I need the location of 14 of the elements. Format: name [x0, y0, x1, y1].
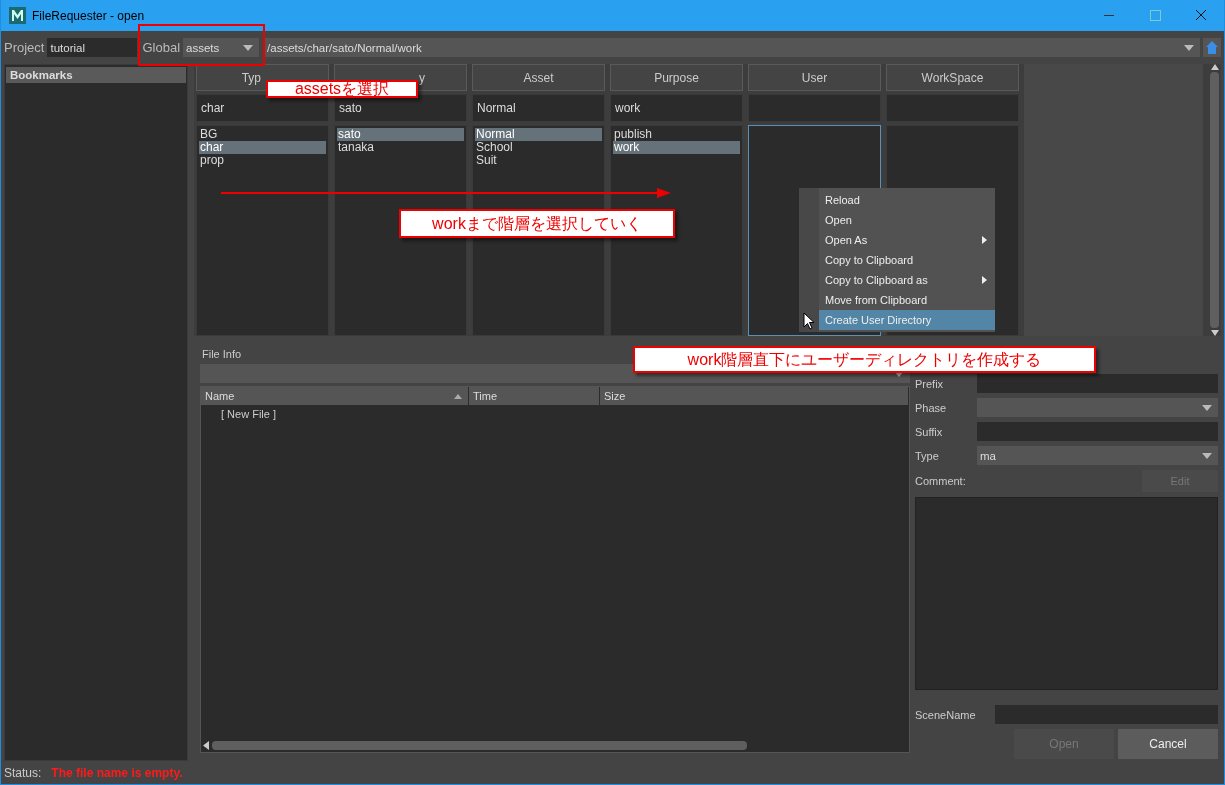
phase-label: Phase — [915, 401, 948, 414]
status-label: Status: — [4, 766, 42, 780]
window-title: FileRequester - open — [32, 8, 145, 23]
section-title: File Info — [201, 348, 242, 362]
type-label: Type — [915, 449, 940, 462]
callout-tooltip: workまで階層を選択していく — [399, 209, 675, 238]
suffix-label: Suffix — [915, 425, 944, 438]
comment-label: Comment: — [915, 475, 967, 487]
status-message: The file name is empty. — [51, 766, 183, 780]
project-label: Project — [4, 40, 45, 55]
callout-tooltip: work階層直下にユーザーディレクトリを作成する — [633, 346, 1096, 373]
global-label: Global — [142, 40, 181, 55]
scene-name-label: SceneName — [915, 708, 977, 721]
prefix-label: Prefix — [915, 377, 945, 390]
